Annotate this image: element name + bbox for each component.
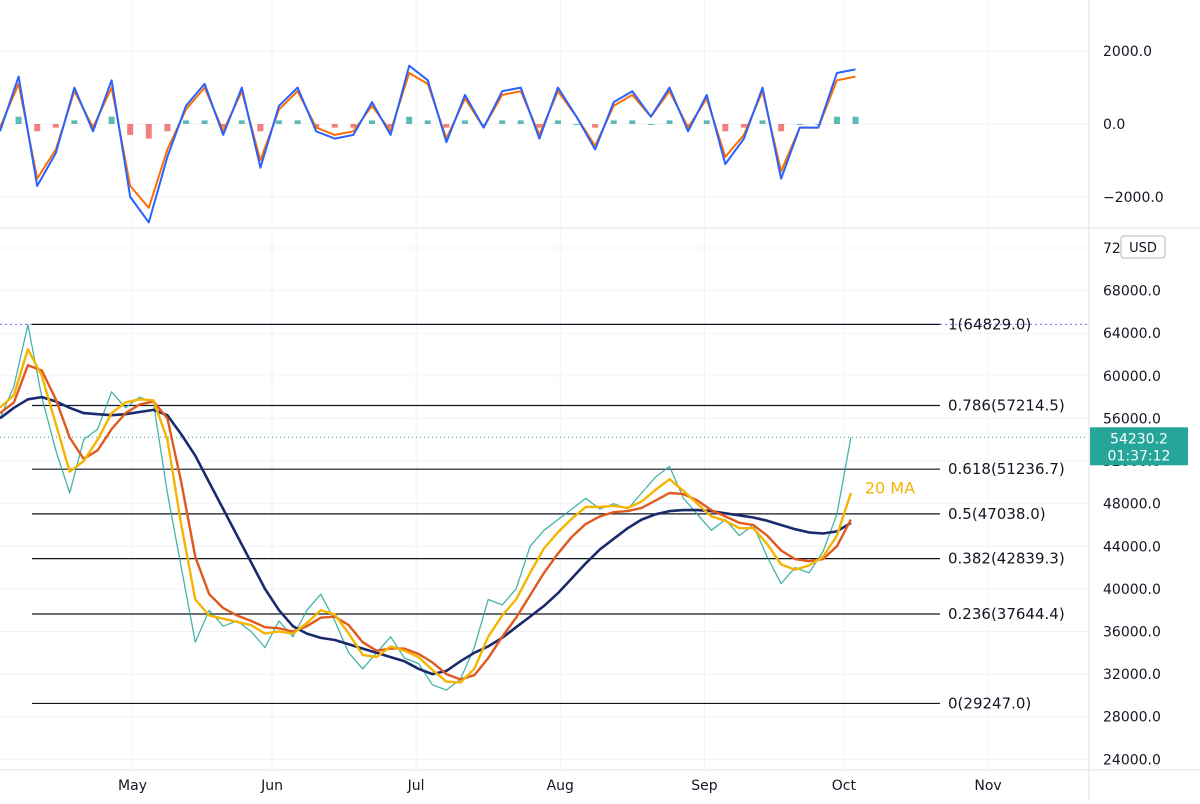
time-axis-tick: Oct [832, 778, 857, 794]
histogram-bar [592, 124, 599, 128]
histogram-bar [573, 124, 580, 125]
histogram-bar [424, 120, 431, 124]
histogram-bar [15, 116, 22, 124]
histogram-bar [554, 120, 561, 124]
last-price-badge: 54230.2 01:37:12 [1090, 427, 1188, 466]
histogram-bar [52, 124, 59, 128]
histogram-bar [461, 120, 468, 124]
price-axis-tick: 32000.0 [1103, 667, 1161, 683]
price-axis-tick: 24000.0 [1103, 752, 1161, 768]
time-axis-tick: Jul [407, 778, 425, 794]
price-axis-tick: 60000.0 [1103, 369, 1161, 385]
fib-level-label: 0.786(57214.5) [948, 396, 1065, 414]
histogram-bar [629, 120, 636, 124]
histogram-bar [331, 124, 338, 128]
oscillator-axis-tick: 2000.0 [1103, 44, 1152, 60]
price-axis-tick: 56000.0 [1103, 411, 1161, 427]
fib-level-label: 0.618(51236.7) [948, 460, 1065, 478]
histogram-bar [703, 120, 710, 124]
histogram-bar [275, 120, 282, 124]
fib-level-label: 0.236(37644.4) [948, 605, 1065, 623]
histogram-bar [368, 120, 375, 124]
histogram-bar [443, 124, 450, 128]
currency-label: USD [1129, 241, 1157, 256]
oscillator-axis-tick: −2000.0 [1103, 190, 1164, 206]
histogram-bar [201, 120, 208, 124]
histogram-bar [536, 124, 543, 128]
histogram-bar [778, 124, 785, 132]
time-axis-tick: Aug [547, 778, 574, 794]
currency-badge[interactable]: USD [1120, 235, 1166, 259]
histogram-bar [499, 120, 506, 124]
chart-svg: 1(64829.0) 0.786(57214.5) 0.618(51236.7) 0.… [0, 0, 1200, 800]
fib-level-label: 1(64829.0) [948, 315, 1031, 333]
chart-root: 1(64829.0) 0.786(57214.5) 0.618(51236.7) 0.… [0, 0, 1200, 800]
ma20-annotation: 20 MA [865, 479, 915, 498]
histogram-bar [71, 120, 78, 124]
time-axis-tick: May [118, 778, 147, 794]
fib-level-label: 0(29247.0) [948, 694, 1031, 712]
time-axis-tick: Nov [974, 778, 1001, 794]
oscillator-axis-tick: 0.0 [1103, 117, 1125, 133]
histogram-bar [852, 116, 859, 124]
histogram-bar [610, 120, 617, 124]
histogram-bar [796, 124, 803, 125]
price-axis-tick: 44000.0 [1103, 539, 1161, 555]
price-axis-tick: 48000.0 [1103, 497, 1161, 513]
histogram-bar [257, 124, 264, 132]
histogram-bar [666, 120, 673, 124]
price-axis-tick: 64000.0 [1103, 326, 1161, 342]
histogram-bar [740, 124, 747, 128]
histogram-bar [238, 120, 245, 124]
histogram-bar [164, 124, 171, 132]
last-price-value: 54230.2 [1110, 431, 1168, 447]
price-axis-tick: 28000.0 [1103, 710, 1161, 726]
histogram-bar [722, 124, 729, 132]
histogram-bar [182, 120, 189, 124]
time-axis-tick: Sep [691, 778, 718, 794]
histogram-bar [759, 120, 766, 124]
histogram-bar [108, 116, 115, 124]
price-axis-tick: 68000.0 [1103, 284, 1161, 300]
histogram-bar [406, 116, 413, 124]
histogram-bar [647, 124, 654, 125]
fib-level-label: 0.5(47038.0) [948, 505, 1046, 523]
histogram-bar [145, 124, 152, 139]
candle-countdown: 01:37:12 [1108, 448, 1171, 464]
price-axis-tick: 40000.0 [1103, 582, 1161, 598]
histogram-bar [127, 124, 134, 135]
histogram-bar [34, 124, 41, 132]
price-axis-tick: 36000.0 [1103, 625, 1161, 641]
time-axis-tick: Jun [260, 778, 283, 794]
histogram-bar [833, 116, 840, 124]
histogram-bar [294, 120, 301, 124]
fib-level-label: 0.382(42839.3) [948, 550, 1065, 568]
histogram-bar [517, 120, 524, 124]
